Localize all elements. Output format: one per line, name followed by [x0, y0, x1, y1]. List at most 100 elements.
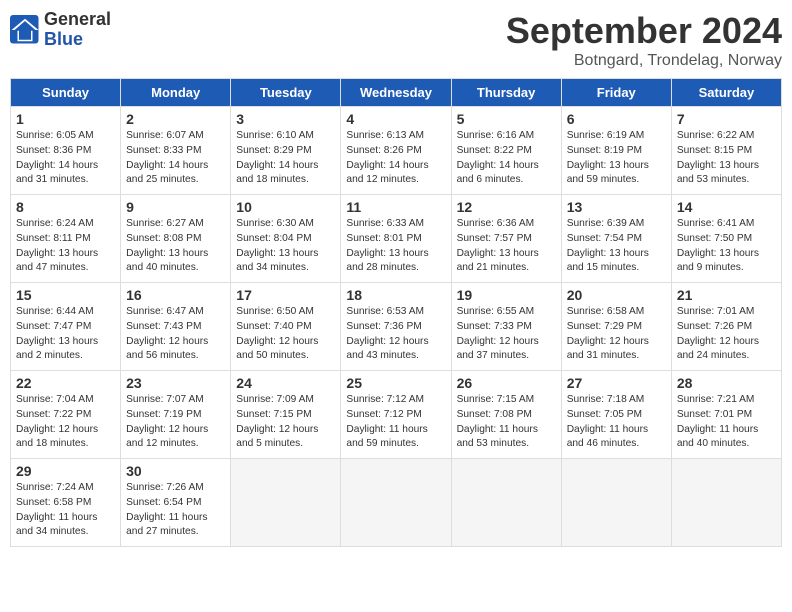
calendar-day-cell — [561, 459, 671, 547]
day-info: Sunrise: 6:16 AM Sunset: 8:22 PM Dayligh… — [457, 129, 556, 188]
calendar-day-cell: 3 Sunrise: 6:10 AM Sunset: 8:29 PM Daylig… — [231, 107, 341, 195]
day-info: Sunrise: 6:33 AM Sunset: 8:01 PM Dayligh… — [346, 217, 445, 276]
calendar-day-cell: 6 Sunrise: 6:19 AM Sunset: 8:19 PM Daylig… — [561, 107, 671, 195]
day-number: 4 — [346, 111, 445, 127]
calendar-day-cell — [231, 459, 341, 547]
calendar-day-cell: 18 Sunrise: 6:53 AM Sunset: 7:36 PM Dayli… — [341, 283, 451, 371]
day-number: 16 — [126, 287, 225, 303]
day-number: 18 — [346, 287, 445, 303]
calendar-day-cell: 21Sunrise: 7:01 AM Sunset: 7:26 PM Dayli… — [671, 283, 781, 371]
day-number: 27 — [567, 375, 666, 391]
day-number: 15 — [16, 287, 115, 303]
day-info: Sunrise: 6:07 AM Sunset: 8:33 PM Dayligh… — [126, 129, 225, 188]
calendar-day-cell: 1 Sunrise: 6:05 AM Sunset: 8:36 PM Daylig… — [11, 107, 121, 195]
day-info: Sunrise: 7:09 AM Sunset: 7:15 PM Dayligh… — [236, 393, 335, 452]
day-info: Sunrise: 6:39 AM Sunset: 7:54 PM Dayligh… — [567, 217, 666, 276]
weekday-header-cell: Tuesday — [231, 79, 341, 107]
day-info: Sunrise: 6:58 AM Sunset: 7:29 PM Dayligh… — [567, 305, 666, 364]
day-number: 11 — [346, 199, 445, 215]
day-number: 6 — [567, 111, 666, 127]
calendar-body: 1 Sunrise: 6:05 AM Sunset: 8:36 PM Daylig… — [11, 107, 782, 547]
day-info: Sunrise: 6:13 AM Sunset: 8:26 PM Dayligh… — [346, 129, 445, 188]
day-number: 30 — [126, 463, 225, 479]
day-info: Sunrise: 6:24 AM Sunset: 8:11 PM Dayligh… — [16, 217, 115, 276]
title-block: September 2024 Botngard, Trondelag, Norw… — [506, 10, 782, 70]
day-info: Sunrise: 7:18 AM Sunset: 7:05 PM Dayligh… — [567, 393, 666, 452]
day-number: 28 — [677, 375, 776, 391]
calendar-day-cell: 15 Sunrise: 6:44 AM Sunset: 7:47 PM Dayli… — [11, 283, 121, 371]
weekday-header-cell: Thursday — [451, 79, 561, 107]
weekday-header-row: SundayMondayTuesdayWednesdayThursdayFrid… — [11, 79, 782, 107]
calendar-day-cell: 13 Sunrise: 6:39 AM Sunset: 7:54 PM Dayli… — [561, 195, 671, 283]
day-info: Sunrise: 6:36 AM Sunset: 7:57 PM Dayligh… — [457, 217, 556, 276]
weekday-header-cell: Saturday — [671, 79, 781, 107]
calendar-week-row: 22 Sunrise: 7:04 AM Sunset: 7:22 PM Dayli… — [11, 371, 782, 459]
location: Botngard, Trondelag, Norway — [506, 52, 782, 70]
calendar-day-cell — [671, 459, 781, 547]
calendar-day-cell — [341, 459, 451, 547]
calendar-day-cell: 14 Sunrise: 6:41 AM Sunset: 7:50 PM Dayli… — [671, 195, 781, 283]
calendar-week-row: 29Sunrise: 7:24 AM Sunset: 6:58 PM Dayli… — [11, 459, 782, 547]
page-header: General Blue September 2024 Botngard, Tr… — [10, 10, 782, 70]
calendar-day-cell: 8 Sunrise: 6:24 AM Sunset: 8:11 PM Daylig… — [11, 195, 121, 283]
day-number: 14 — [677, 199, 776, 215]
calendar-day-cell: 12 Sunrise: 6:36 AM Sunset: 7:57 PM Dayli… — [451, 195, 561, 283]
day-info: Sunrise: 7:04 AM Sunset: 7:22 PM Dayligh… — [16, 393, 115, 452]
weekday-header-cell: Wednesday — [341, 79, 451, 107]
day-info: Sunrise: 6:19 AM Sunset: 8:19 PM Dayligh… — [567, 129, 666, 188]
day-number: 1 — [16, 111, 115, 127]
day-info: Sunrise: 6:47 AM Sunset: 7:43 PM Dayligh… — [126, 305, 225, 364]
day-info: Sunrise: 7:07 AM Sunset: 7:19 PM Dayligh… — [126, 393, 225, 452]
calendar-day-cell: 30 Sunrise: 7:26 AM Sunset: 6:54 PM Dayli… — [121, 459, 231, 547]
weekday-header-cell: Monday — [121, 79, 231, 107]
day-info: Sunrise: 6:50 AM Sunset: 7:40 PM Dayligh… — [236, 305, 335, 364]
calendar-day-cell: 22 Sunrise: 7:04 AM Sunset: 7:22 PM Dayli… — [11, 371, 121, 459]
calendar-day-cell: 29Sunrise: 7:24 AM Sunset: 6:58 PM Dayli… — [11, 459, 121, 547]
day-number: 24 — [236, 375, 335, 391]
day-info: Sunrise: 6:05 AM Sunset: 8:36 PM Dayligh… — [16, 129, 115, 188]
day-info: Sunrise: 7:15 AM Sunset: 7:08 PM Dayligh… — [457, 393, 556, 452]
calendar-table: SundayMondayTuesdayWednesdayThursdayFrid… — [10, 78, 782, 547]
day-info: Sunrise: 6:44 AM Sunset: 7:47 PM Dayligh… — [16, 305, 115, 364]
day-number: 17 — [236, 287, 335, 303]
day-info: Sunrise: 6:30 AM Sunset: 8:04 PM Dayligh… — [236, 217, 335, 276]
day-info: Sunrise: 6:27 AM Sunset: 8:08 PM Dayligh… — [126, 217, 225, 276]
calendar-day-cell: 5 Sunrise: 6:16 AM Sunset: 8:22 PM Daylig… — [451, 107, 561, 195]
day-number: 7 — [677, 111, 776, 127]
day-info: Sunrise: 7:21 AM Sunset: 7:01 PM Dayligh… — [677, 393, 776, 452]
calendar-day-cell: 24 Sunrise: 7:09 AM Sunset: 7:15 PM Dayli… — [231, 371, 341, 459]
calendar-day-cell: 7 Sunrise: 6:22 AM Sunset: 8:15 PM Daylig… — [671, 107, 781, 195]
day-number: 2 — [126, 111, 225, 127]
day-info: Sunrise: 6:55 AM Sunset: 7:33 PM Dayligh… — [457, 305, 556, 364]
calendar-day-cell: 27 Sunrise: 7:18 AM Sunset: 7:05 PM Dayli… — [561, 371, 671, 459]
day-number: 8 — [16, 199, 115, 215]
day-number: 3 — [236, 111, 335, 127]
day-number: 10 — [236, 199, 335, 215]
day-number: 5 — [457, 111, 556, 127]
day-number: 20 — [567, 287, 666, 303]
calendar-week-row: 1 Sunrise: 6:05 AM Sunset: 8:36 PM Daylig… — [11, 107, 782, 195]
calendar-day-cell: 16 Sunrise: 6:47 AM Sunset: 7:43 PM Dayli… — [121, 283, 231, 371]
day-info: Sunrise: 6:41 AM Sunset: 7:50 PM Dayligh… — [677, 217, 776, 276]
logo-icon — [10, 15, 40, 45]
calendar-day-cell: 28 Sunrise: 7:21 AM Sunset: 7:01 PM Dayli… — [671, 371, 781, 459]
calendar-day-cell: 11 Sunrise: 6:33 AM Sunset: 8:01 PM Dayli… — [341, 195, 451, 283]
day-number: 22 — [16, 375, 115, 391]
day-info: Sunrise: 6:53 AM Sunset: 7:36 PM Dayligh… — [346, 305, 445, 364]
day-info: Sunrise: 7:26 AM Sunset: 6:54 PM Dayligh… — [126, 481, 225, 540]
day-number: 23 — [126, 375, 225, 391]
day-number: 12 — [457, 199, 556, 215]
calendar-week-row: 8 Sunrise: 6:24 AM Sunset: 8:11 PM Daylig… — [11, 195, 782, 283]
day-number: 13 — [567, 199, 666, 215]
calendar-day-cell — [451, 459, 561, 547]
calendar-day-cell: 10 Sunrise: 6:30 AM Sunset: 8:04 PM Dayli… — [231, 195, 341, 283]
day-info: Sunrise: 6:22 AM Sunset: 8:15 PM Dayligh… — [677, 129, 776, 188]
day-info: Sunrise: 7:12 AM Sunset: 7:12 PM Dayligh… — [346, 393, 445, 452]
calendar-day-cell: 17 Sunrise: 6:50 AM Sunset: 7:40 PM Dayli… — [231, 283, 341, 371]
day-number: 26 — [457, 375, 556, 391]
logo-text: General Blue — [44, 10, 111, 50]
weekday-header-cell: Sunday — [11, 79, 121, 107]
calendar-day-cell: 19Sunrise: 6:55 AM Sunset: 7:33 PM Dayli… — [451, 283, 561, 371]
calendar-day-cell: 25Sunrise: 7:12 AM Sunset: 7:12 PM Dayli… — [341, 371, 451, 459]
day-info: Sunrise: 6:10 AM Sunset: 8:29 PM Dayligh… — [236, 129, 335, 188]
